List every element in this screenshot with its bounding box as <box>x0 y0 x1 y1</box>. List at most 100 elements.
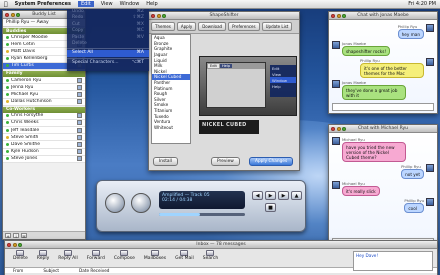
menu-help[interactable]: Help <box>146 1 157 7</box>
mail-toolbar-label: Get Mail <box>175 256 194 261</box>
chat-titlebar[interactable]: Chat with Jonas Maebe <box>329 12 437 20</box>
mail-toolbar-button[interactable]: Compose <box>114 250 135 261</box>
zoom-icon[interactable] <box>162 13 166 18</box>
buddy-row[interactable]: Kyle Hudson <box>3 148 85 156</box>
shapeshifter-titlebar[interactable]: ShapeShifter <box>149 12 299 20</box>
mail-toolbar-button[interactable]: Forward <box>87 250 105 261</box>
theme-list-item[interactable]: Whiteout <box>152 125 190 131</box>
message-sender: Phillip Ryu <box>404 198 424 203</box>
toolbar-button[interactable]: Update List <box>261 22 293 31</box>
volume-knob[interactable] <box>105 193 125 213</box>
buddy-row[interactable]: Jeff Teasdale <box>3 127 85 135</box>
toolbar-button[interactable]: Themes <box>151 22 175 31</box>
preview-button[interactable]: Preview <box>211 157 240 166</box>
zoom-icon[interactable] <box>18 242 22 247</box>
menu-item[interactable]: Special Characters... ⌥⌘T <box>67 60 149 66</box>
chat-icon[interactable]: ✉ <box>21 233 27 239</box>
theme-preview: Edit Help Edit View Window Help <box>199 56 297 116</box>
buddy-row[interactable]: Cameron Ryu <box>3 76 85 85</box>
menu-item[interactable]: Select All ⌘A <box>67 50 149 57</box>
mail-toolbar-button[interactable]: Delete <box>13 250 28 261</box>
menu-item-shortcut: ⌘A <box>136 50 144 56</box>
buddy-row[interactable]: Steve Jones <box>3 155 85 163</box>
close-icon[interactable] <box>331 126 335 131</box>
player-display: Amplified — Track 05 02:14 / 04:38 <box>159 191 245 209</box>
mail-column-header[interactable]: Subject <box>43 268 59 273</box>
add-buddy-icon[interactable]: + <box>5 233 11 239</box>
message-bubble: not yet <box>401 169 424 179</box>
stop-icon[interactable]: ■ <box>265 203 276 212</box>
buddy-row[interactable]: Chris Forsythe <box>3 112 85 120</box>
minimize-icon[interactable] <box>12 242 17 247</box>
apple-menu-icon[interactable]:  <box>4 1 8 8</box>
menu-edit[interactable]: Edit <box>78 1 94 7</box>
preview-tab: Help <box>219 64 233 68</box>
play-icon[interactable]: ▶ <box>265 191 276 200</box>
buddy-avatar <box>77 142 82 148</box>
zoom-icon[interactable] <box>342 13 346 18</box>
mail-toolbar-label: Delete <box>13 256 28 261</box>
mail-titlebar[interactable]: Inbox — 78 messages <box>5 241 437 249</box>
preview-menu: Edit View Window Help <box>270 65 296 97</box>
install-button[interactable]: Install <box>153 157 178 166</box>
minimize-icon[interactable] <box>156 13 161 18</box>
buddy-row[interactable]: Jenna Ryu <box>3 84 85 92</box>
seek-bar[interactable] <box>159 213 245 216</box>
mail-toolbar-button[interactable]: Reply <box>37 250 49 261</box>
message-content: Michael Ryu it's really slick <box>342 181 380 196</box>
online-status-icon <box>6 78 9 82</box>
mail-column-header[interactable]: From <box>13 268 23 273</box>
message-input[interactable] <box>332 103 434 111</box>
buddy-row[interactable]: Chris Weeks <box>3 119 85 128</box>
buddy-row[interactable]: Dallas Hutchinson <box>3 98 85 106</box>
window-title: ShapeShifter <box>209 13 239 18</box>
balance-knob[interactable] <box>131 193 151 213</box>
info-icon[interactable]: i <box>13 233 19 239</box>
close-icon[interactable] <box>331 13 335 18</box>
toolbar-button[interactable]: Download <box>198 22 227 31</box>
mail-toolbar-button[interactable]: Mailboxes <box>144 250 166 261</box>
toolbar-button[interactable]: Apply <box>176 22 197 31</box>
mail-toolbar-label: Reply All <box>58 256 78 261</box>
buddy-row[interactable]: Michael Ryu <box>3 91 85 99</box>
menu-window[interactable]: Window <box>120 1 140 7</box>
mail-preview: Hey Dave! <box>353 251 433 271</box>
eject-icon[interactable]: ▲ <box>291 191 302 200</box>
buddy-avatar <box>77 156 82 162</box>
buddy-row[interactable]: Dave Smithe <box>3 141 85 149</box>
mail-toolbar-button[interactable]: Search <box>203 250 218 261</box>
menu-app-name[interactable]: System Preferences <box>15 1 71 7</box>
buddy-name: Tim Curtis <box>11 63 34 69</box>
menu-clock[interactable]: Fri 4:20 PM <box>408 1 436 7</box>
chat-titlebar[interactable]: Chat with Michael Ryu <box>329 125 437 133</box>
mail-toolbar-button[interactable]: Get Mail <box>175 250 194 261</box>
buddy-avatar <box>77 91 82 97</box>
theme-list[interactable]: Aqua Bronze Graphite Jaguar Liquid Milk Nickel… <box>151 34 191 144</box>
close-icon[interactable] <box>7 242 11 247</box>
zoom-icon[interactable] <box>16 12 20 17</box>
buddy-avatar <box>77 113 82 119</box>
toolbar-button[interactable]: Preferences <box>228 22 260 31</box>
previous-icon[interactable]: ◀ <box>252 191 263 200</box>
buddy-name: Cameron Ryu <box>11 77 42 83</box>
menu-view[interactable]: View <box>101 1 113 7</box>
next-icon[interactable]: ▶ <box>278 191 289 200</box>
chat-message: Phillip Ryu not yet <box>332 164 434 179</box>
minimize-icon[interactable] <box>336 13 341 18</box>
message-bubble: have you tried the new version of the Ni… <box>342 142 406 162</box>
zoom-icon[interactable] <box>342 126 346 131</box>
apply-changes-button[interactable]: Apply Changes <box>249 157 294 166</box>
minimize-icon[interactable] <box>336 126 341 131</box>
online-status-icon <box>6 35 9 39</box>
buddy-icon <box>332 181 340 189</box>
buddy-row[interactable]: Steve Smith <box>3 134 85 142</box>
close-icon[interactable] <box>5 12 9 17</box>
window-title: Inbox — 78 messages <box>196 242 246 247</box>
message-bubble: cool <box>404 203 424 213</box>
mail-toolbar-button[interactable]: Reply All <box>58 250 78 261</box>
minimize-icon[interactable] <box>10 12 15 17</box>
away-status-icon <box>6 49 9 53</box>
mail-column-header[interactable]: Date Received <box>79 268 109 273</box>
online-status-icon <box>6 121 9 125</box>
close-icon[interactable] <box>151 13 155 18</box>
